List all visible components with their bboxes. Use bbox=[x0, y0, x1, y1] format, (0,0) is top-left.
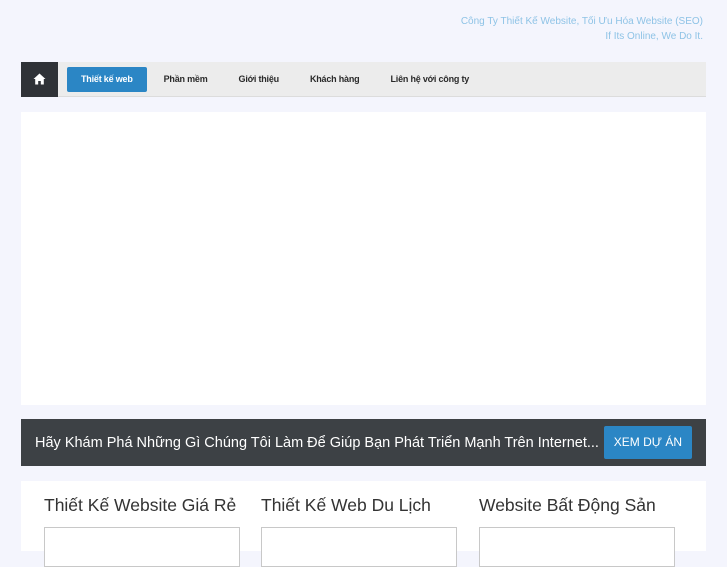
service-image-frame[interactable] bbox=[261, 527, 457, 567]
tagline-line-1: Công Ty Thiết Kế Website, Tối Ưu Hóa Web… bbox=[460, 16, 703, 27]
services-section: Thiết Kế Website Giá Rẻ Thiết Kế Web Du … bbox=[21, 481, 706, 567]
main-navbar: Thiết kế web Phần mềm Giới thiệu Khách h… bbox=[21, 61, 706, 97]
service-card: Thiết Kế Web Du Lịch bbox=[261, 495, 457, 567]
service-title[interactable]: Thiết Kế Website Giá Rẻ bbox=[44, 495, 240, 515]
nav-menu: Thiết kế web Phần mềm Giới thiệu Khách h… bbox=[67, 62, 486, 97]
service-image-frame[interactable] bbox=[479, 527, 675, 567]
view-projects-button[interactable]: XEM DỰ ÁN bbox=[603, 426, 692, 459]
service-card: Thiết Kế Website Giá Rẻ bbox=[44, 495, 240, 567]
service-title[interactable]: Thiết Kế Web Du Lịch bbox=[261, 495, 457, 515]
home-icon bbox=[33, 73, 46, 85]
service-card: Website Bất Động Sản bbox=[479, 495, 675, 567]
nav-item-khach-hang[interactable]: Khách hàng bbox=[296, 67, 374, 92]
nav-item-thiet-ke-web[interactable]: Thiết kế web bbox=[67, 66, 147, 92]
nav-item-gioi-thieu[interactable]: Giới thiệu bbox=[225, 67, 293, 92]
home-button[interactable] bbox=[21, 61, 58, 97]
site-tagline: Công Ty Thiết Kế Website, Tối Ưu Hóa Web… bbox=[461, 14, 703, 44]
cta-text: Hãy Khám Phá Những Gì Chúng Tôi Làm Để G… bbox=[35, 434, 599, 451]
nav-item-lien-he[interactable]: Liên hệ với công ty bbox=[376, 67, 483, 92]
tagline-line-2: If Its Online, We Do It. bbox=[605, 31, 703, 42]
service-image-frame[interactable] bbox=[44, 527, 240, 567]
hero-slider-area bbox=[21, 112, 706, 405]
nav-item-phan-mem[interactable]: Phần mềm bbox=[150, 67, 222, 92]
service-title[interactable]: Website Bất Động Sản bbox=[479, 495, 675, 515]
cta-bar: Hãy Khám Phá Những Gì Chúng Tôi Làm Để G… bbox=[21, 419, 706, 466]
